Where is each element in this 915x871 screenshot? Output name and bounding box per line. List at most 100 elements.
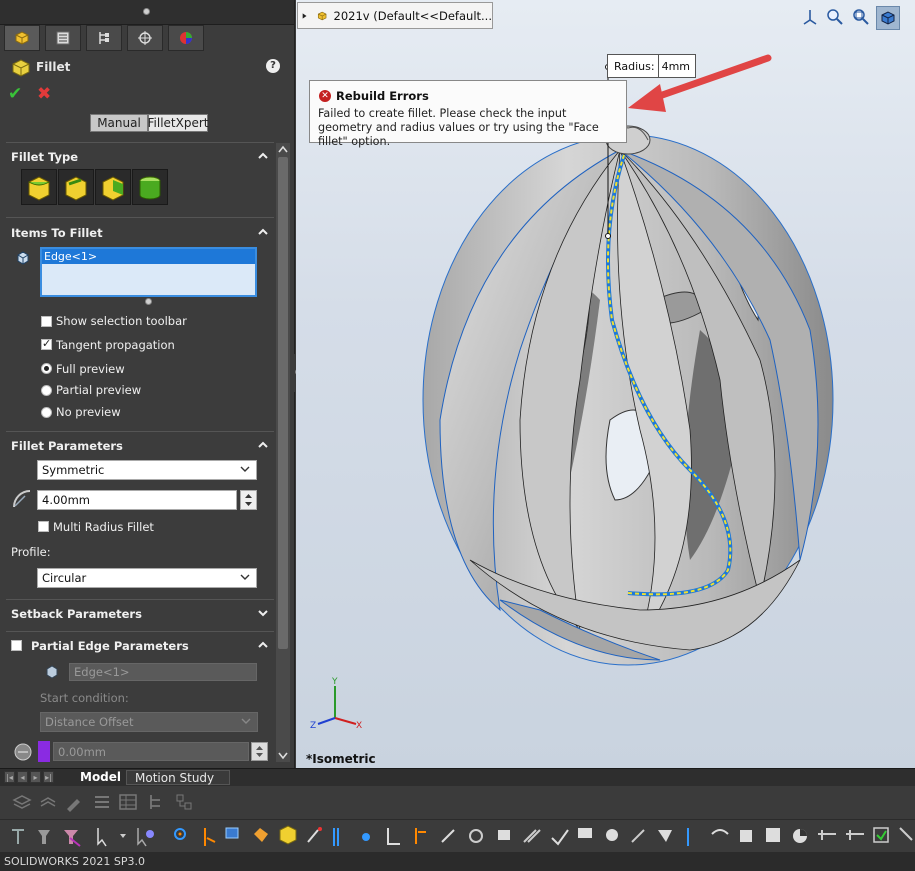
fillet-type-variable-size[interactable] xyxy=(58,169,94,205)
table-icon[interactable] xyxy=(118,792,138,812)
multi-radius-checkbox[interactable] xyxy=(38,521,49,532)
nav-last-button[interactable]: ▸| xyxy=(43,771,54,783)
scroll-up-icon[interactable] xyxy=(278,145,288,153)
tab-model[interactable]: Model xyxy=(72,770,130,785)
fillet-type-full-round[interactable] xyxy=(132,169,168,205)
stack-icon[interactable] xyxy=(38,792,58,812)
spinner-arrows-icon xyxy=(256,746,263,757)
tab-property-manager[interactable] xyxy=(45,25,81,51)
list-resize-handle[interactable] xyxy=(145,298,152,305)
list-icon[interactable] xyxy=(92,792,112,812)
setback-parameters-title: Setback Parameters xyxy=(11,607,142,621)
collapse-chevron-icon[interactable] xyxy=(258,640,268,650)
appearance-icon xyxy=(180,32,192,44)
radius-callout[interactable]: Radius: 4mm xyxy=(607,54,696,78)
filter-icon-group[interactable] xyxy=(12,825,913,847)
tab-display-manager[interactable] xyxy=(168,25,204,51)
chevron-down-icon xyxy=(240,574,250,580)
no-preview-radio[interactable] xyxy=(41,407,52,418)
section-divider xyxy=(6,599,274,600)
tab-configuration-manager[interactable] xyxy=(86,25,122,51)
expand-chevron-icon[interactable] xyxy=(258,608,268,618)
list-item[interactable]: Edge<1> xyxy=(42,249,255,264)
display-style-button[interactable] xyxy=(876,6,900,30)
tab-filletxpert[interactable]: FilletXpert xyxy=(148,114,209,132)
section-divider xyxy=(6,431,274,432)
constant-fillet-icon xyxy=(28,176,50,201)
tangent-propagation-checkbox[interactable] xyxy=(41,337,52,350)
items-selection-list[interactable]: Edge<1> xyxy=(40,247,257,297)
scrollbar-thumb[interactable] xyxy=(278,157,288,649)
no-preview-label: No preview xyxy=(56,405,121,419)
rebuild-error-tooltip: ✕ Rebuild Errors Failed to create fillet… xyxy=(309,80,627,148)
radius-callout-value[interactable]: 4mm xyxy=(659,60,690,73)
profile-dropdown[interactable]: Circular xyxy=(37,568,257,588)
partial-edge-title: Partial Edge Parameters xyxy=(31,639,189,653)
items-to-fillet-title: Items To Fillet xyxy=(11,226,103,240)
tab-feature-manager[interactable] xyxy=(4,25,40,51)
chevron-down-icon xyxy=(240,466,250,472)
secondary-toolbar xyxy=(0,786,915,819)
partial-preview-label: Partial preview xyxy=(56,383,142,397)
view-orientation-button[interactable] xyxy=(799,6,821,28)
radius-icon xyxy=(13,490,31,508)
status-bar: SOLIDWORKS 2021 SP3.0 xyxy=(0,852,915,871)
radius-spinner[interactable] xyxy=(240,490,257,510)
offset-spinner xyxy=(251,742,268,761)
pencil-icon[interactable] xyxy=(64,792,84,812)
fillet-method-dropdown[interactable]: Symmetric xyxy=(37,460,257,480)
tree-icon[interactable] xyxy=(146,792,166,812)
collapse-chevron-icon[interactable] xyxy=(258,227,268,237)
partial-edge-field: Edge<1> xyxy=(69,663,257,681)
expand-arrow-icon[interactable] xyxy=(302,11,307,21)
radius-input[interactable]: 4.00mm xyxy=(37,490,237,510)
show-selection-toolbar-checkbox[interactable] xyxy=(41,316,52,327)
spinner-arrows-icon xyxy=(245,494,252,506)
layers-icon[interactable] xyxy=(12,792,32,812)
full-preview-radio[interactable] xyxy=(41,363,52,374)
model-tabs-bar: |◂ ◂ ▸ ▸| Model Motion Study 1 xyxy=(0,768,915,800)
show-selection-toolbar-label: Show selection toolbar xyxy=(56,314,187,328)
nav-next-button[interactable]: ▸ xyxy=(30,771,41,783)
zoom-area-icon xyxy=(853,9,869,25)
selection-filter-toolbar xyxy=(0,819,915,853)
tangent-propagation-label: Tangent propagation xyxy=(56,338,175,352)
help-icon[interactable]: ? xyxy=(266,59,280,73)
scroll-down-icon[interactable] xyxy=(278,752,288,760)
ok-checkmark-icon[interactable]: ✔ xyxy=(8,84,22,104)
nav-first-button[interactable]: |◂ xyxy=(4,771,15,783)
panel-splitter-handle[interactable] xyxy=(143,8,150,15)
triad-x-label: X xyxy=(356,721,362,731)
start-condition-value: Distance Offset xyxy=(45,715,134,729)
triad-y-label: Y xyxy=(331,677,338,687)
chevron-down-icon xyxy=(241,718,251,724)
nav-prev-button[interactable]: ◂ xyxy=(17,771,28,783)
section-divider xyxy=(6,217,274,218)
fillet-type-constant-size[interactable] xyxy=(21,169,57,205)
cancel-x-icon[interactable]: ✖ xyxy=(37,84,51,104)
feature-tree-flyout[interactable]: 2021v (Default<<Default... xyxy=(297,2,493,29)
partial-edge-checkbox[interactable] xyxy=(11,640,22,651)
tab-dimxpert-manager[interactable] xyxy=(127,25,163,51)
offset-input: 0.00mm xyxy=(53,742,249,761)
edge-selection-icon xyxy=(46,665,58,679)
multi-radius-label: Multi Radius Fillet xyxy=(53,520,154,534)
fillet-type-face[interactable] xyxy=(95,169,131,205)
collapse-chevron-icon[interactable] xyxy=(258,151,268,161)
hierarchy-icon[interactable] xyxy=(174,792,194,812)
partial-preview-radio[interactable] xyxy=(41,385,52,396)
error-message: Failed to create fillet. Please check th… xyxy=(318,107,599,148)
collapse-chevron-icon[interactable] xyxy=(258,440,268,450)
feature-title: Fillet xyxy=(36,60,71,74)
property-manager-panel: Fillet ? ✔ ✖ Manual FilletXpert Fillet T… xyxy=(0,0,295,768)
part-icon xyxy=(15,31,29,45)
zoom-area-button[interactable] xyxy=(850,6,872,28)
tab-motion-study[interactable]: Motion Study 1 xyxy=(126,770,230,800)
tab-manual[interactable]: Manual xyxy=(90,114,148,132)
panel-scrollbar[interactable] xyxy=(276,143,290,762)
profile-label: Profile: xyxy=(11,545,51,559)
fillet-type-title: Fillet Type xyxy=(11,150,78,164)
offset-distance-icon xyxy=(14,743,32,761)
zoom-to-fit-button[interactable] xyxy=(824,6,846,28)
graphics-viewport[interactable]: 2021v (Default<<Default... Radius: 4mm ✕… xyxy=(296,0,915,768)
